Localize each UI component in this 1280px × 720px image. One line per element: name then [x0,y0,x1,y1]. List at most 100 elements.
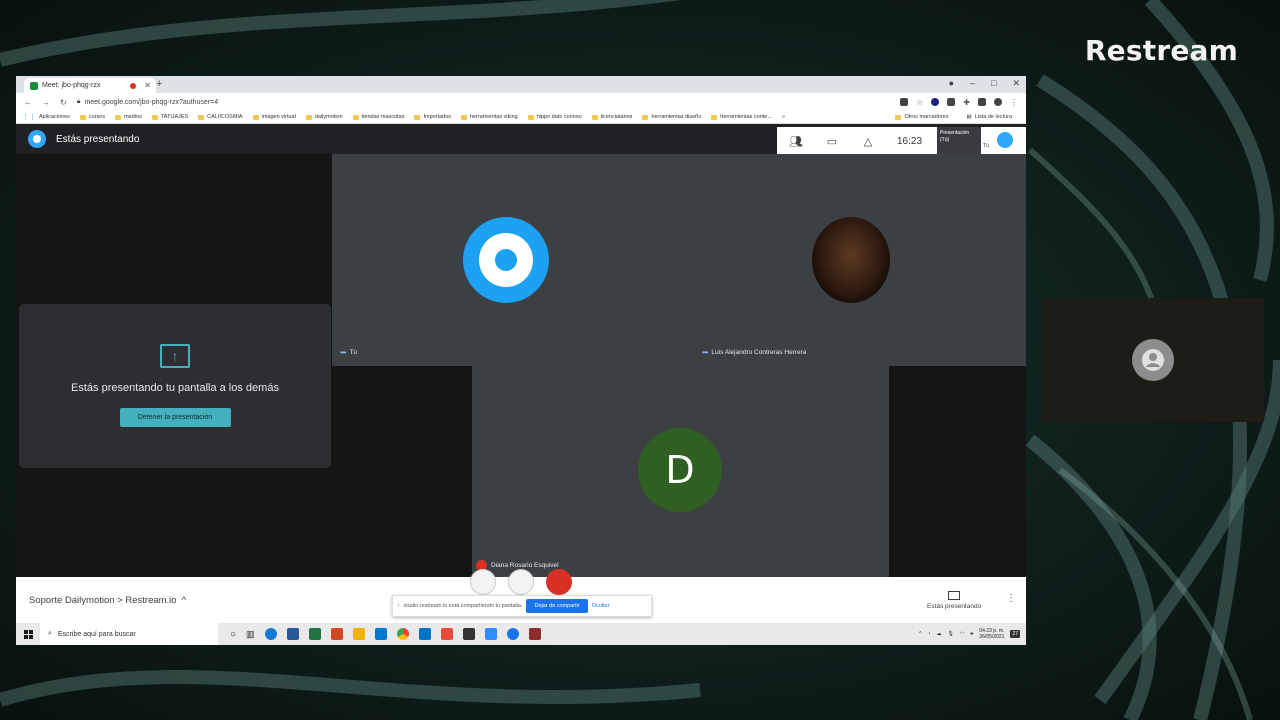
profile-circle-icon[interactable]: ● [949,78,954,89]
apps-grid-icon: ⋮⋮ [22,114,36,121]
bookmark-folder[interactable]: TATUAJES [151,114,188,120]
wifi-icon[interactable]: ◠ [960,631,964,637]
hang-up-button[interactable] [546,569,572,595]
bookmark-folder[interactable]: Importados [414,114,451,120]
bookmark-folder[interactable]: CALIICOSMIA [198,114,243,120]
webcam-tile [1042,298,1264,422]
taskbar-clock[interactable]: 04:23 p. m. 26/05/2021 [979,628,1004,641]
bookmarks-more[interactable]: » [782,114,785,120]
activities-icon[interactable]: △ [861,135,875,148]
tray-chevron-icon[interactable]: ^ [919,631,921,637]
forward-icon[interactable]: → [42,98,50,107]
close-tab-icon[interactable]: ✕ [144,81,151,90]
bookmark-folder[interactable]: herramientas conte... [711,114,772,120]
bookmark-folder[interactable]: herramientas viking [461,114,518,120]
drag-handle-icon[interactable]: ⁞ [398,603,400,609]
close-window-icon[interactable]: ✕ [1012,78,1020,89]
participant-tile[interactable]: ••• Luis Alejandro Contreras Herrera [677,154,1026,366]
participant-tile[interactable]: D Diana Rosario Esquivel [472,366,889,577]
bookmark-folder[interactable]: herramientas diseño [642,114,701,120]
stop-sharing-button[interactable]: Dejar de compartir [526,599,588,613]
bookmark-folder[interactable]: imagen virtual [252,114,296,120]
bookmark-folder[interactable]: hippo dato curioso [527,114,582,120]
bookmark-folder[interactable]: cursos [79,114,105,120]
app-icon[interactable] [440,628,453,640]
bookmark-folder[interactable]: dailymotion [305,114,343,120]
microphone-icon[interactable]: 🎙︎ [948,631,954,637]
cloud-icon[interactable]: ☁ [937,631,942,637]
bookmarks-bar: ⋮⋮ Aplicaciones cursos medios TATUAJES CA… [16,111,1026,124]
mic-button[interactable] [470,569,496,595]
other-bookmarks[interactable]: Otros marcadores [895,114,948,120]
excel-icon[interactable] [308,628,321,640]
bookmark-folder[interactable]: tiendas mascotas [352,114,404,120]
back-icon[interactable]: ← [24,98,32,107]
reading-icon[interactable] [978,98,986,106]
app-icon[interactable] [528,628,541,640]
puzzle-icon[interactable]: ✚ [963,98,970,107]
chrome-icon[interactable] [396,628,409,640]
start-button[interactable] [16,629,40,639]
menu-dots-icon[interactable]: ⋮ [1010,98,1018,107]
extension-icon[interactable] [931,98,940,106]
folder-icon [895,114,902,120]
meet-favicon-icon [30,81,38,90]
edge-icon[interactable] [264,628,277,640]
cortana-icon[interactable]: ○ [230,629,236,640]
empty-area [332,366,472,577]
meeting-details[interactable]: Soporte Dailymotion > Restream.io ^ [29,595,186,606]
extension-icon[interactable] [947,98,956,106]
zoom-icon[interactable] [484,628,497,640]
presenting-status[interactable]: Estás presentando [927,591,981,610]
bookmark-folder[interactable]: licenciatarios [591,114,632,120]
participant-tile[interactable]: ••• Tú [332,154,677,366]
browser-tab[interactable]: Meet: jbo-phqg-rzx ✕ [24,78,156,93]
chevron-up-icon: ^ [181,595,187,606]
url-text: meet.google.com/jbo-phqg-rzx?authuser=4 [84,98,219,106]
people-add-icon[interactable]: 👥︎ [789,135,803,148]
app-icon[interactable] [506,628,519,640]
folder-icon [711,114,718,120]
outlook-icon[interactable] [418,628,431,640]
hide-notice-link[interactable]: Ocultar [592,603,610,609]
store-icon[interactable] [374,628,387,640]
folder-icon [151,114,158,120]
recording-icon [130,82,137,89]
folder-icon [305,114,312,120]
folder-icon [79,114,86,120]
self-avatar[interactable] [997,132,1013,148]
volume-icon[interactable]: 🔊︎ [970,631,973,637]
taskbar-search[interactable]: ⌕ Escribe aquí para buscar [40,623,218,645]
minimize-icon[interactable]: – [970,78,975,89]
word-icon[interactable] [286,628,299,640]
present-screen-icon: ↑ [160,344,190,368]
bookmark-folder[interactable]: medios [115,114,142,120]
new-tab-button[interactable]: + [156,78,162,90]
camera-icon[interactable] [900,98,909,106]
notifications-icon[interactable]: 27 [1010,630,1020,638]
reload-icon[interactable]: ↻ [60,98,67,107]
task-view-icon[interactable]: ▥ [246,629,255,640]
more-options-icon[interactable]: ⋮ [1006,593,1016,604]
star-icon[interactable]: ☆ [916,98,923,107]
windows-taskbar: ⌕ Escribe aquí para buscar ○ ▥ ^ ◔ ☁ 🎙︎ [16,623,1026,645]
profile-avatar-icon[interactable] [994,98,1002,106]
chat-icon[interactable]: ▭ [825,135,839,148]
participant-avatar: D [638,428,722,512]
presentation-thumbnail[interactable]: Presentación (Tú) [937,127,981,155]
url-field[interactable]: 🔒︎ meet.google.com/jbo-phqg-rzx?authuser… [77,98,890,106]
presenting-heading: Estás presentando [56,133,140,145]
folder-icon [115,114,122,120]
folder-icon [642,114,649,120]
address-bar-row: ← → ↻ 🔒︎ meet.google.com/jbo-phqg-rzx?au… [16,93,1026,111]
folder-icon [461,114,467,120]
reading-list[interactable]: ▤ Lista de lectura [966,114,1012,120]
stop-presenting-button[interactable]: Detener la presentación [119,408,231,427]
maximize-icon[interactable]: □ [991,78,996,89]
file-explorer-icon[interactable] [352,628,365,640]
network-icon[interactable]: ◔ [927,631,930,637]
powerpoint-icon[interactable] [330,628,343,640]
camera-button[interactable] [508,569,534,595]
sticky-notes-icon[interactable] [462,628,475,640]
bookmark-apps[interactable]: ⋮⋮ Aplicaciones [22,113,70,121]
